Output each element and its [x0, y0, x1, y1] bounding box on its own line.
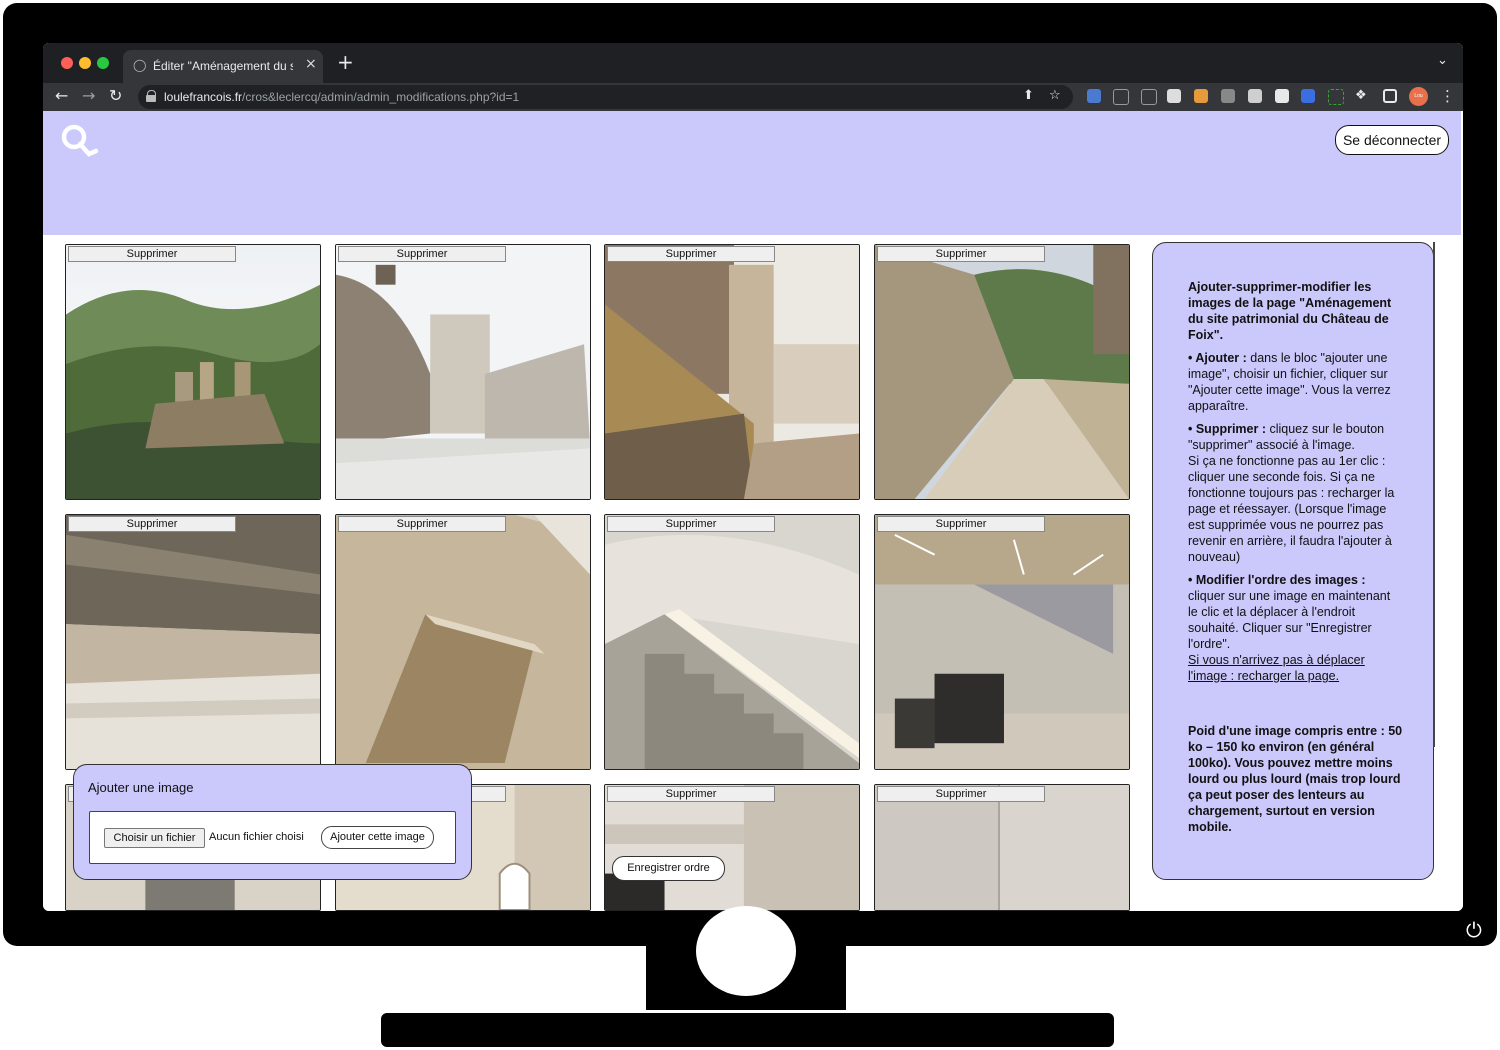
delete-image-button[interactable]: Supprimer: [338, 246, 506, 262]
concrete-wall-photo: [875, 785, 1129, 910]
card-extension-icon[interactable]: [1275, 89, 1289, 103]
selected-file-name: Aucun fichier choisi: [209, 831, 304, 843]
delete-image-button[interactable]: Supprimer: [607, 786, 775, 802]
tab-bar: ◯ Éditer "Aménagement du site p × + ⌄: [43, 43, 1463, 83]
instructions-text: Ajouter-supprimer-modifier les images de…: [1188, 279, 1403, 842]
ramp-photo: [875, 245, 1129, 499]
kebab-menu-icon[interactable]: ⋮: [1440, 87, 1455, 105]
web-page: Se déconnecter Supprimer Supprimer Suppr…: [43, 111, 1463, 911]
color-extension-icon[interactable]: [1194, 89, 1208, 103]
instructions-delete: • Supprimer : cliquez sur le bouton "sup…: [1188, 422, 1385, 452]
gallery-image-castle[interactable]: Supprimer: [65, 244, 321, 500]
close-tab-icon[interactable]: ×: [305, 56, 317, 72]
wall-slope-photo: [605, 245, 859, 499]
tag-extension-icon[interactable]: [1301, 89, 1315, 103]
courtyard-photo: [336, 245, 590, 499]
choose-file-button[interactable]: Choisir un fichier: [104, 828, 205, 848]
pen-extension-icon[interactable]: [1221, 89, 1235, 103]
new-tab-icon[interactable]: +: [337, 50, 354, 74]
gallery-image-concrete-niche[interactable]: Supprimer: [335, 514, 591, 770]
font-extension-icon[interactable]: [1113, 89, 1129, 105]
doorway-photo: [605, 785, 859, 910]
reload-page-link[interactable]: Si vous n'arrivez pas à déplacer l'image…: [1188, 652, 1403, 684]
site-logo-icon[interactable]: [59, 124, 99, 160]
delete-image-button[interactable]: Supprimer: [338, 516, 506, 532]
browser-toolbar: ← → ↻ loulefrancois.fr/cros&leclercq/adm…: [43, 83, 1463, 111]
add-image-form: Choisir un fichier Aucun fichier choisi …: [89, 811, 456, 864]
grid-extension-icon[interactable]: [1141, 89, 1157, 105]
save-order-button[interactable]: Enregistrer ordre: [612, 856, 725, 881]
back-arrow-icon[interactable]: ←: [55, 86, 68, 105]
castle-photo: [66, 245, 320, 499]
globe-icon: ◯: [133, 58, 147, 72]
gallery-image-courtyard[interactable]: Supprimer: [335, 244, 591, 500]
monitor-frame: ◯ Éditer "Aménagement du site p × + ⌄ ← …: [3, 3, 1497, 946]
delete-image-button[interactable]: Supprimer: [68, 246, 236, 262]
tab-title: Éditer "Aménagement du site p: [153, 59, 293, 73]
instructions-image-weight: Poid d'une image compris entre : 50 ko –…: [1188, 724, 1403, 834]
profile-avatar[interactable]: Lou: [1409, 87, 1428, 106]
gallery-image-stone-wall[interactable]: Supprimer: [65, 514, 321, 770]
add-image-submit-button[interactable]: Ajouter cette image: [321, 826, 434, 849]
concrete-niche-photo: [336, 515, 590, 769]
instructions-order: • Modifier l'ordre des images : cliquer s…: [1188, 573, 1391, 651]
delete-image-button[interactable]: Supprimer: [877, 786, 1045, 802]
close-window-button[interactable]: [61, 57, 73, 69]
gallery-image-doorway[interactable]: Supprimer: [604, 784, 860, 911]
puzzle-extensions-icon[interactable]: ❖: [1355, 88, 1367, 103]
share-icon[interactable]: ⬆: [1023, 88, 1034, 103]
screenshot-extension-icon[interactable]: [1328, 89, 1344, 105]
add-image-panel: Ajouter une image Choisir un fichier Auc…: [73, 764, 472, 880]
delete-image-button[interactable]: Supprimer: [877, 246, 1045, 262]
delete-image-button[interactable]: Supprimer: [607, 246, 775, 262]
address-bar[interactable]: loulefrancois.fr/cros&leclercq/admin/adm…: [138, 85, 1073, 109]
instructions-panel: Ajouter-supprimer-modifier les images de…: [1152, 242, 1434, 880]
delete-image-button[interactable]: Supprimer: [607, 516, 775, 532]
stone-wall-photo: [66, 515, 320, 769]
reload-icon[interactable]: ↻: [109, 86, 122, 105]
translate-extension-icon[interactable]: [1087, 89, 1101, 103]
pin-extension-icon[interactable]: [1167, 89, 1181, 103]
gallery-image-ramp[interactable]: Supprimer: [874, 244, 1130, 500]
sidebar-scrollbar[interactable]: [1433, 242, 1435, 747]
browser-tab[interactable]: ◯ Éditer "Aménagement du site p ×: [123, 50, 323, 83]
delete-image-button[interactable]: Supprimer: [68, 516, 236, 532]
monitor-base: [381, 1013, 1114, 1047]
staircase-photo: [605, 515, 859, 769]
browser-window: ◯ Éditer "Aménagement du site p × + ⌄ ← …: [43, 43, 1463, 911]
w-extension-icon[interactable]: [1248, 89, 1262, 103]
bookmark-star-icon[interactable]: ☆: [1049, 88, 1061, 103]
tab-search-chevron-icon[interactable]: ⌄: [1437, 53, 1448, 68]
gallery-image-exhibit-room[interactable]: Supprimer: [874, 514, 1130, 770]
gallery-image-staircase[interactable]: Supprimer: [604, 514, 860, 770]
power-icon[interactable]: ⏻: [1466, 920, 1482, 940]
logout-button[interactable]: Se déconnecter: [1335, 125, 1449, 155]
delete-image-button[interactable]: Supprimer: [877, 516, 1045, 532]
side-panel-icon[interactable]: [1383, 89, 1397, 103]
gallery-image-wall-slope[interactable]: Supprimer: [604, 244, 860, 500]
forward-arrow-icon[interactable]: →: [82, 86, 95, 105]
add-image-title: Ajouter une image: [88, 780, 194, 795]
instructions-intro: Ajouter-supprimer-modifier les images de…: [1188, 280, 1392, 342]
maximize-window-button[interactable]: [97, 57, 109, 69]
instructions-delete-more: Si ça ne fonctionne pas au 1er clic : cl…: [1188, 454, 1395, 564]
minimize-window-button[interactable]: [79, 57, 91, 69]
site-header: Se déconnecter: [43, 111, 1461, 235]
url-text: loulefrancois.fr/cros&leclercq/admin/adm…: [164, 90, 520, 104]
gallery-image-concrete-wall[interactable]: Supprimer: [874, 784, 1130, 911]
instructions-add: • Ajouter : dans le bloc "ajouter une im…: [1188, 351, 1391, 413]
exhibit-room-photo: [875, 515, 1129, 769]
